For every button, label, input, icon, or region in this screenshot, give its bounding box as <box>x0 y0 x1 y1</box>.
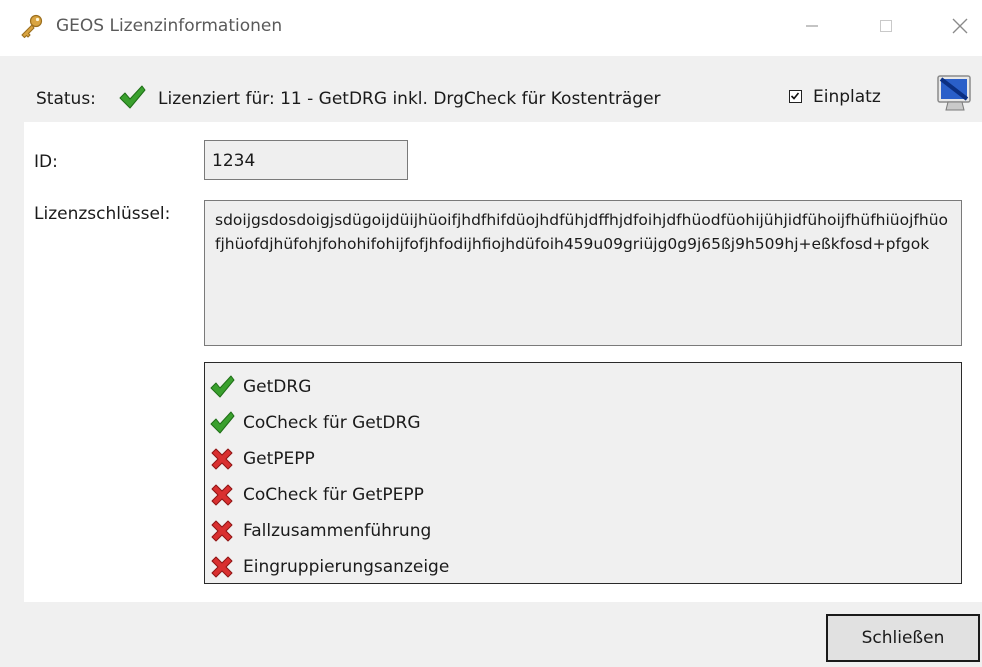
cross-icon <box>211 484 233 506</box>
einplatz-checkbox[interactable] <box>789 90 802 103</box>
close-button[interactable]: Schließen <box>826 614 980 662</box>
checkmark-icon <box>119 85 146 109</box>
maximize-button[interactable] <box>864 8 908 44</box>
module-item-fallzusammenfuehrung: Fallzusammenführung <box>209 513 961 549</box>
minimize-icon <box>806 25 818 27</box>
module-item-eingruppierungsanzeige: Eingruppierungsanzeige <box>209 549 961 585</box>
module-item-getdrg: GetDRG <box>209 369 961 405</box>
module-label: GetDRG <box>243 377 312 397</box>
status-bar: Status: Lizenziert für: 11 - GetDRG inkl… <box>10 74 972 122</box>
licensed-for-text: Lizenziert für: 11 - GetDRG inkl. DrgChe… <box>158 89 661 109</box>
key-icon <box>21 14 43 39</box>
id-field[interactable]: 1234 <box>204 140 408 180</box>
maximize-icon <box>880 20 892 32</box>
cross-icon <box>211 520 233 542</box>
checkmark-icon <box>210 411 235 434</box>
title-bar: GEOS Lizenzinformationen <box>0 0 982 56</box>
einplatz-label: Einplatz <box>813 87 881 107</box>
monitor-icon <box>937 75 971 111</box>
license-key-field[interactable]: sdoijgsdosdoigjsdügoijdüijhüoifjhdfhifdü… <box>204 200 962 346</box>
cross-icon <box>211 556 233 578</box>
window-title: GEOS Lizenzinformationen <box>56 16 283 36</box>
close-window-button[interactable] <box>938 8 982 44</box>
module-label: CoCheck für GetDRG <box>243 413 421 433</box>
license-info-window: GEOS Lizenzinformationen Status: Lizenzi… <box>0 0 982 667</box>
module-item-getpepp: GetPEPP <box>209 441 961 477</box>
module-list: GetDRG CoCheck für GetDRG GetPEPP CoChec… <box>204 362 962 584</box>
module-label: Eingruppierungsanzeige <box>243 557 450 577</box>
module-item-cocheck-getdrg: CoCheck für GetDRG <box>209 405 961 441</box>
status-label: Status: <box>36 89 96 109</box>
checkbox-check-icon <box>790 92 800 100</box>
id-label: ID: <box>34 152 58 172</box>
module-item-cocheck-getpepp: CoCheck für GetPEPP <box>209 477 961 513</box>
license-key-label: Lizenzschlüssel: <box>34 204 171 224</box>
module-label: CoCheck für GetPEPP <box>243 485 424 505</box>
module-label: GetPEPP <box>243 449 315 469</box>
minimize-button[interactable] <box>790 8 834 44</box>
cross-icon <box>211 448 233 470</box>
close-icon <box>952 18 968 34</box>
license-details-panel: ID: 1234 Lizenzschlüssel: sdoijgsdosdoig… <box>24 122 982 602</box>
module-label: Fallzusammenführung <box>243 521 432 541</box>
checkmark-icon <box>210 375 235 398</box>
